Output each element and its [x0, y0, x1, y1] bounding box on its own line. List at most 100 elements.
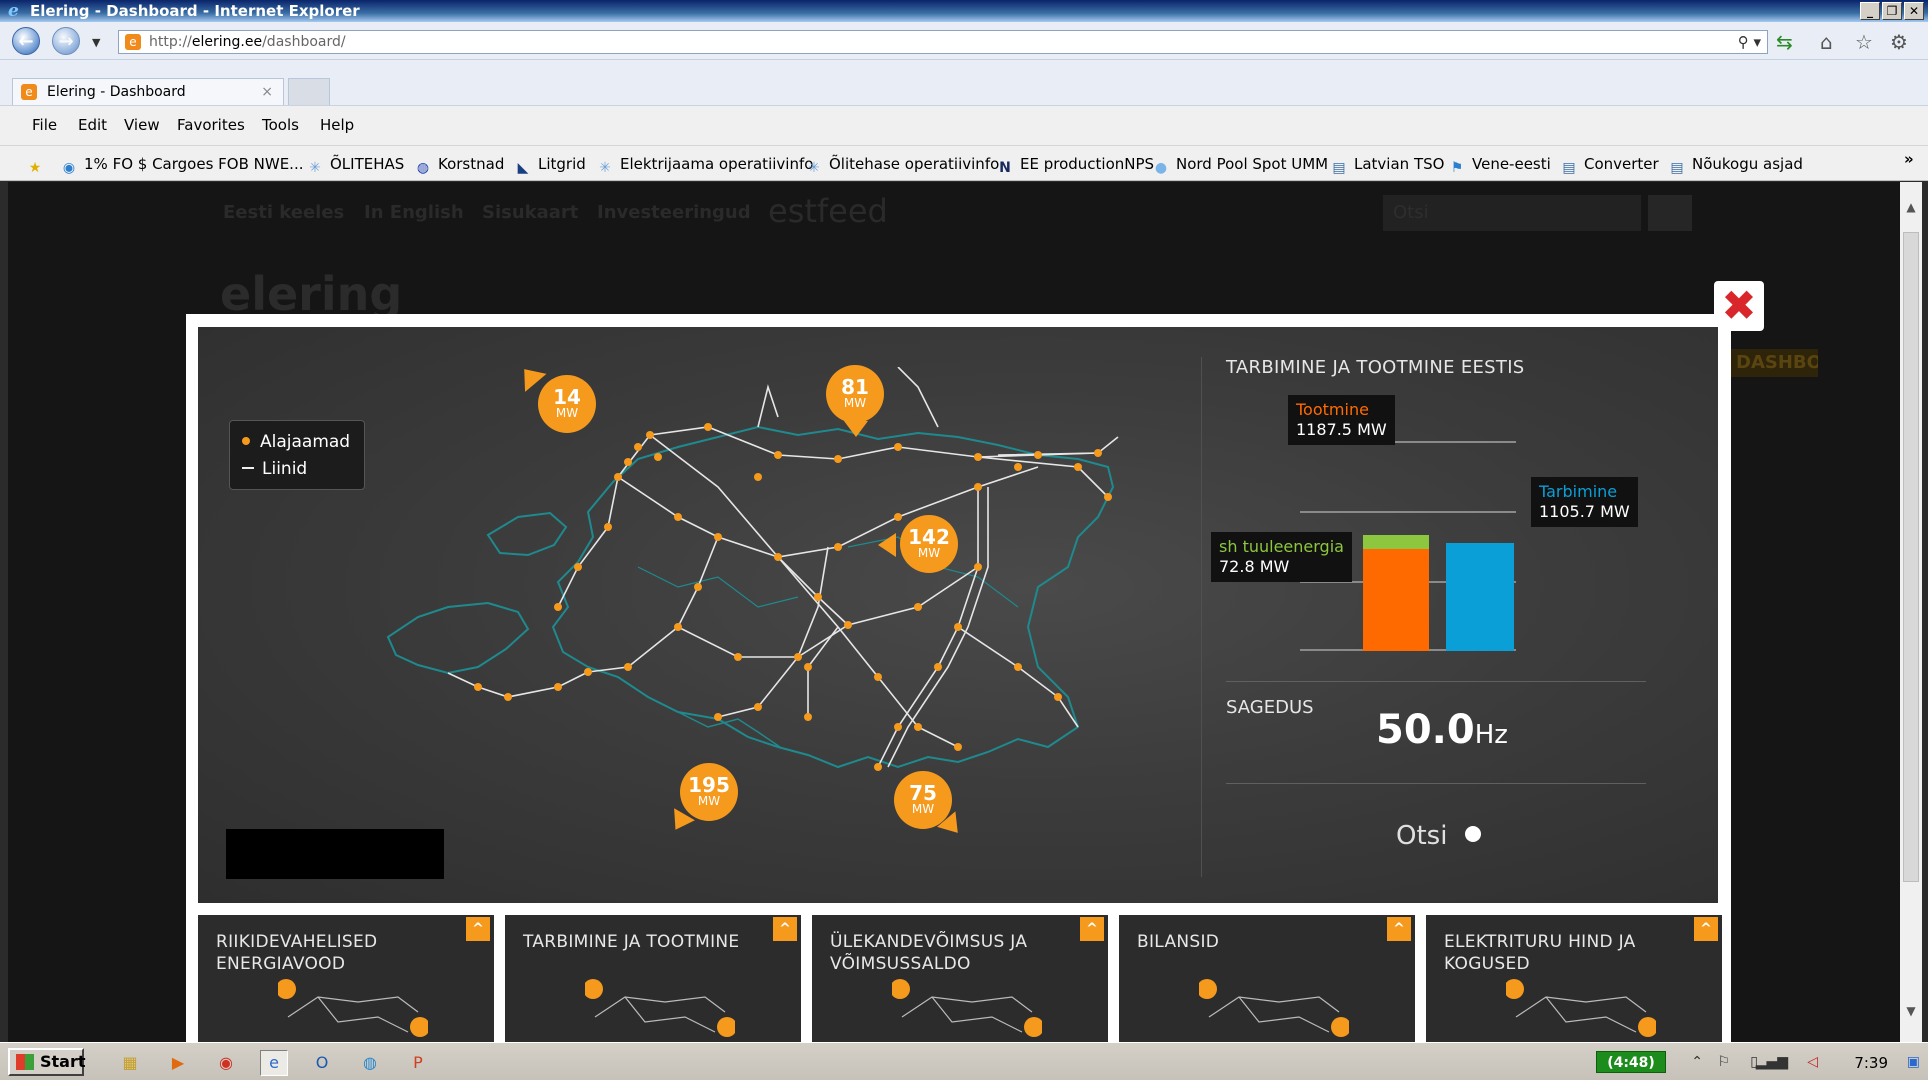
panel-search-label: Otsi	[1396, 821, 1448, 851]
frequency-label: SAGEDUS	[1226, 697, 1314, 718]
compat-view-icon[interactable]: ⇆	[1776, 30, 1793, 54]
scroll-up-icon[interactable]: ▲	[1900, 200, 1922, 220]
site-favicon-icon: e	[125, 34, 141, 50]
navigation-bar: ← → ▼ e http://elering.ee/dashboard/ ⚲ ▾…	[0, 22, 1928, 60]
panel-search-button[interactable]: Otsi	[1396, 821, 1482, 851]
chrome-icon[interactable]: ◉	[212, 1050, 240, 1076]
tab-elering-dashboard[interactable]: e Elering - Dashboard ×	[12, 78, 284, 106]
tile-title: TARBIMINE JA TOOTMINE	[523, 932, 740, 952]
flag-tray-icon[interactable]: ⚐	[1717, 1054, 1730, 1070]
flow-bubble-14[interactable]: 14 MW	[538, 375, 596, 433]
close-window-button[interactable]: ✕	[1904, 2, 1924, 20]
wind-value: 72.8 MW	[1219, 557, 1290, 576]
fav-converter[interactable]: ▤ Converter	[1560, 155, 1658, 177]
url-path: /dashboard/	[262, 34, 346, 50]
signal-icon[interactable]: ▂▄▆	[1756, 1054, 1788, 1070]
chevron-up-icon[interactable]: ^	[466, 917, 490, 941]
fav-ee-production[interactable]: N EE productionNPS	[996, 155, 1154, 177]
tile-map-thumbnail	[585, 979, 735, 1037]
home-icon[interactable]: ⌂	[1820, 30, 1833, 54]
history-dropdown-icon[interactable]: ▼	[92, 36, 100, 49]
menu-favorites[interactable]: Favorites	[177, 116, 245, 134]
tile-elektrituru-hind[interactable]: ELEKTRITURU HIND JA KOGUSED ^	[1426, 915, 1722, 1042]
tile-title: RIIKIDEVAHELISED ENERGIAVOOD	[216, 932, 378, 974]
settings-gear-icon[interactable]: ⚙	[1890, 30, 1908, 54]
restore-button[interactable]: ❐	[1882, 2, 1902, 20]
internet-explorer-icon[interactable]: e	[260, 1050, 288, 1076]
network-icon[interactable]: ◍	[356, 1050, 384, 1076]
estonia-grid-map	[386, 367, 1119, 771]
menu-help[interactable]: Help	[320, 116, 354, 134]
volume-muted-icon[interactable]: ◁	[1807, 1054, 1818, 1070]
tile-ulekandevoimsus[interactable]: ÜLEKANDEVÕIMSUS JA VÕIMSUSSALDO ^	[812, 915, 1108, 1042]
modal-close-button[interactable]: ✖	[1714, 281, 1764, 331]
bg-partner-logo: estfeed	[768, 192, 888, 230]
fav-noukogu[interactable]: ▤ Nõukogu asjad	[1668, 155, 1803, 177]
flow-bubble-195[interactable]: 195 MW	[680, 763, 738, 821]
tile-riikidevahelised[interactable]: RIIKIDEVAHELISED ENERGIAVOOD ^	[198, 915, 494, 1042]
fav-label: Nord Pool Spot UMM	[1176, 155, 1329, 173]
vertical-scrollbar[interactable]: ▲ ▼	[1900, 182, 1922, 1042]
flow-arrow-icon	[844, 421, 868, 437]
circle-icon: ●	[1154, 160, 1168, 176]
new-tab-button[interactable]	[288, 78, 330, 106]
bg-nav-english: In English	[364, 202, 464, 223]
forward-button[interactable]: →	[52, 27, 80, 55]
fav-olitehas[interactable]: ✳ ÕLITEHAS	[306, 155, 404, 177]
fav-label: Litgrid	[538, 155, 586, 173]
fav-label: 1% FO $ Cargoes FOB NWE...	[84, 155, 304, 173]
battery-indicator[interactable]: (4:48)	[1596, 1051, 1666, 1073]
fav-cargoes[interactable]: ◉ 1% FO $ Cargoes FOB NWE...	[60, 155, 304, 177]
address-bar[interactable]: e http://elering.ee/dashboard/ ⚲ ▾	[118, 30, 1768, 54]
tab-bar: e Elering - Dashboard ×	[0, 60, 1928, 106]
bg-nav-investeeringud: Investeeringud	[597, 202, 751, 223]
address-search-icon[interactable]: ⚲ ▾	[1738, 31, 1761, 53]
production-label: Tootmine 1187.5 MW	[1288, 395, 1395, 445]
fav-korstnad[interactable]: ◍ Korstnad	[414, 155, 504, 177]
favorites-star-icon[interactable]: ☆	[1855, 30, 1873, 54]
add-favorite-icon[interactable]: ★	[26, 155, 50, 177]
tray-expand-icon[interactable]: ⌃	[1691, 1054, 1703, 1070]
tile-bilansid[interactable]: BILANSID ^	[1119, 915, 1415, 1042]
fav-litgrid[interactable]: ◣ Litgrid	[514, 155, 586, 177]
scroll-thumb[interactable]	[1903, 232, 1919, 882]
scroll-down-icon[interactable]: ▼	[1900, 1004, 1922, 1024]
media-player-icon[interactable]: ▶	[164, 1050, 192, 1076]
menu-tools[interactable]: Tools	[262, 116, 299, 134]
menu-file[interactable]: File	[32, 116, 57, 134]
globe-icon: ◉	[62, 160, 76, 176]
back-button[interactable]: ←	[12, 27, 40, 55]
fav-nord-pool[interactable]: ● Nord Pool Spot UMM	[1152, 155, 1328, 177]
powerpoint-icon[interactable]: P	[404, 1050, 432, 1076]
start-button[interactable]: Start	[8, 1048, 86, 1076]
production-bar	[1363, 535, 1429, 651]
explorer-icon[interactable]: ▦	[116, 1050, 144, 1076]
chevron-up-icon[interactable]: ^	[1387, 917, 1411, 941]
favorites-overflow-icon[interactable]: »	[1904, 150, 1914, 168]
clock[interactable]: 7:39	[1854, 1054, 1888, 1072]
fav-latvian-tso[interactable]: ▤ Latvian TSO	[1330, 155, 1444, 177]
fav-label: Elektrijaama operatiivinfo	[620, 155, 814, 173]
flow-unit: MW	[555, 406, 579, 420]
show-desktop-icon[interactable]: ▣	[1907, 1054, 1920, 1070]
fav-vene-eesti[interactable]: ⚑ Vene-eesti	[1448, 155, 1551, 177]
tab-close-icon[interactable]: ×	[261, 79, 273, 105]
window-titlebar: e Elering - Dashboard - Internet Explore…	[0, 0, 1928, 22]
bg-brand-logo: elering	[220, 267, 403, 321]
flow-bubble-81[interactable]: 81 MW	[826, 365, 884, 423]
bg-search-button	[1648, 195, 1692, 231]
outlook-icon[interactable]: O	[308, 1050, 336, 1076]
menu-view[interactable]: View	[124, 116, 160, 134]
fav-olitehase-operatiivinfo[interactable]: ✳ Õlitehase operatiivinfo	[805, 155, 999, 177]
chevron-up-icon[interactable]: ^	[1080, 917, 1104, 941]
chevron-up-icon[interactable]: ^	[1694, 917, 1718, 941]
menu-edit[interactable]: Edit	[78, 116, 107, 134]
chevron-up-icon[interactable]: ^	[773, 917, 797, 941]
url-host: elering.ee	[191, 34, 263, 50]
flow-value: 195	[688, 773, 730, 797]
fav-elektrijaama[interactable]: ✳ Elektrijaama operatiivinfo	[596, 155, 813, 177]
flow-bubble-142[interactable]: 142 MW	[900, 515, 958, 573]
menu-bar: File Edit View Favorites Tools Help	[0, 105, 1928, 145]
tile-tarbimine-tootmine[interactable]: TARBIMINE JA TOOTMINE ^	[505, 915, 801, 1042]
minimize-button[interactable]: _	[1860, 2, 1880, 20]
